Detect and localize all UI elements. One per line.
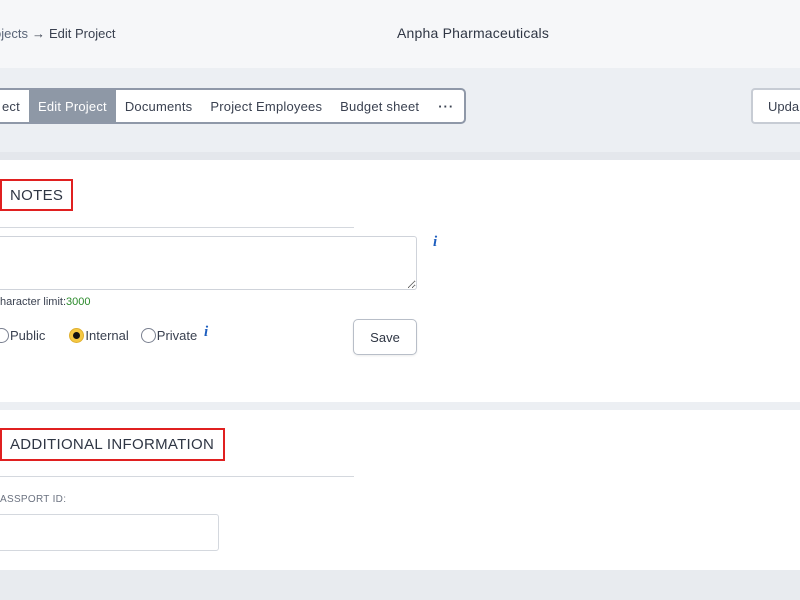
notes-divider (0, 227, 354, 228)
character-limit-label: haracter limit: (0, 296, 67, 308)
save-button[interactable]: Save (353, 319, 417, 355)
radio-public[interactable]: Public (0, 328, 45, 343)
bottom-area (0, 570, 800, 600)
top-header: ojects → Edit Project Anpha Pharmaceutic… (0, 0, 800, 68)
notes-section-title: NOTES (0, 179, 74, 211)
project-tabs: ect Edit Project Documents Project Emplo… (0, 88, 467, 124)
breadcrumb-current: Edit Project (48, 26, 116, 41)
tab-project[interactable]: ect (0, 90, 29, 122)
additional-info-panel: ADDITIONAL INFORMATION ASSPORT ID: (0, 410, 800, 570)
radio-internal-circle[interactable] (69, 328, 85, 343)
passport-id-input[interactable] (0, 514, 219, 551)
additional-info-section-title: ADDITIONAL INFORMATION (0, 428, 226, 461)
additional-info-divider (0, 476, 354, 477)
section-divider (0, 152, 800, 160)
radio-private[interactable]: Private (140, 328, 198, 343)
notes-textarea[interactable] (0, 236, 417, 290)
update-button[interactable]: Upda (751, 88, 800, 124)
tab-edit-project[interactable]: Edit Project (28, 90, 116, 122)
character-limit: haracter limit:3000 (0, 296, 91, 308)
radio-internal-label: Internal (85, 328, 129, 343)
breadcrumb-projects-link[interactable]: ojects (0, 26, 28, 41)
tab-bar: ect Edit Project Documents Project Emplo… (0, 70, 800, 142)
info-icon[interactable]: i (433, 234, 437, 251)
radio-public-label: Public (10, 328, 46, 343)
company-name: Anpha Pharmaceuticals (397, 25, 550, 41)
breadcrumb: ojects → Edit Project (0, 26, 115, 41)
passport-id-label: ASSPORT ID: (0, 494, 67, 505)
tab-project-employees[interactable]: Project Employees (201, 90, 331, 122)
radio-private-label: Private (156, 328, 198, 343)
tab-budget-sheet[interactable]: Budget sheet (331, 90, 428, 122)
notes-panel: NOTES i haracter limit:3000 Public Inter… (0, 160, 800, 402)
more-tabs-icon[interactable]: ··· (428, 90, 464, 122)
visibility-info-icon[interactable]: i (204, 324, 208, 341)
radio-public-circle[interactable] (0, 328, 9, 343)
visibility-radio-group: Public Internal Private (0, 328, 209, 343)
breadcrumb-arrow-icon: → (31, 26, 45, 41)
radio-internal[interactable]: Internal (69, 328, 129, 343)
character-limit-value: 3000 (66, 296, 91, 308)
tab-documents[interactable]: Documents (116, 90, 202, 122)
radio-private-circle[interactable] (140, 328, 156, 343)
